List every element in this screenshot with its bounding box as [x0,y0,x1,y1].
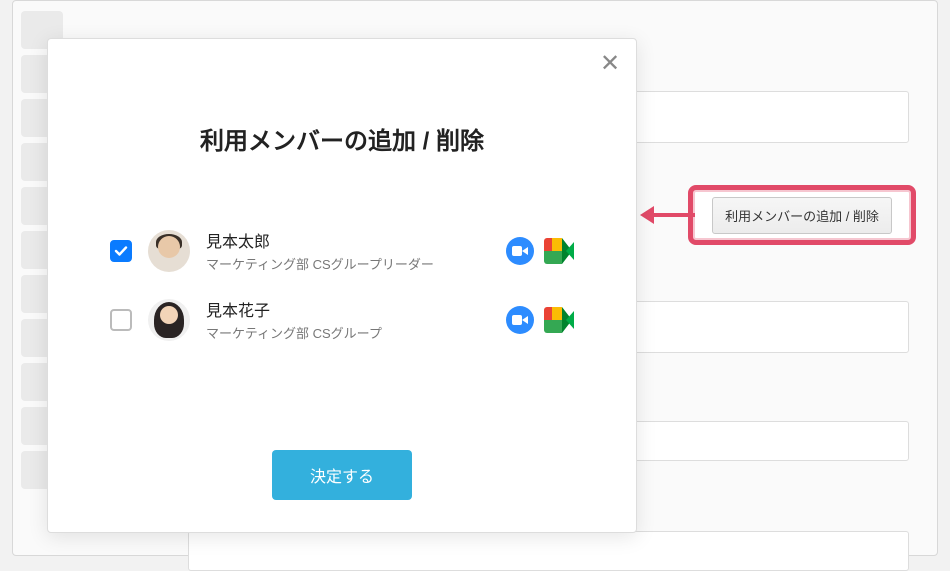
member-checkbox[interactable] [110,309,132,331]
submit-wrap: 決定する [48,450,636,500]
modal-title: 利用メンバーの追加 / 削除 [48,121,636,156]
member-integration-icons [506,237,574,265]
member-row: 見本太郎 マーケティング部 CSグループリーダー [110,216,574,285]
member-role: マーケティング部 CSグループ [206,323,490,342]
member-role: マーケティング部 CSグループリーダー [206,254,490,273]
member-row: 見本花子 マーケティング部 CSグループ [110,285,574,354]
close-button[interactable]: ✕ [596,49,624,77]
member-info: 見本太郎 マーケティング部 CSグループリーダー [206,228,490,273]
google-meet-icon [544,238,574,264]
zoom-icon [506,306,534,334]
callout-highlight: 利用メンバーの追加 / 削除 [688,185,916,245]
zoom-icon [506,237,534,265]
member-name: 見本太郎 [206,228,490,252]
member-integration-icons [506,306,574,334]
avatar [148,299,190,341]
member-checkbox[interactable] [110,240,132,262]
background-field [188,531,909,571]
member-name: 見本花子 [206,297,490,321]
submit-button[interactable]: 決定する [272,450,412,500]
member-modal: ✕ 利用メンバーの追加 / 削除 見本太郎 マーケティング部 CSグループリーダ… [47,38,637,533]
close-icon: ✕ [600,49,620,78]
google-meet-icon [544,307,574,333]
add-remove-members-button[interactable]: 利用メンバーの追加 / 削除 [712,197,892,234]
avatar [148,230,190,272]
member-list: 見本太郎 マーケティング部 CSグループリーダー 見本花子 マーケティング部 C… [48,216,636,354]
member-info: 見本花子 マーケティング部 CSグループ [206,297,490,342]
callout-arrow [640,208,695,222]
